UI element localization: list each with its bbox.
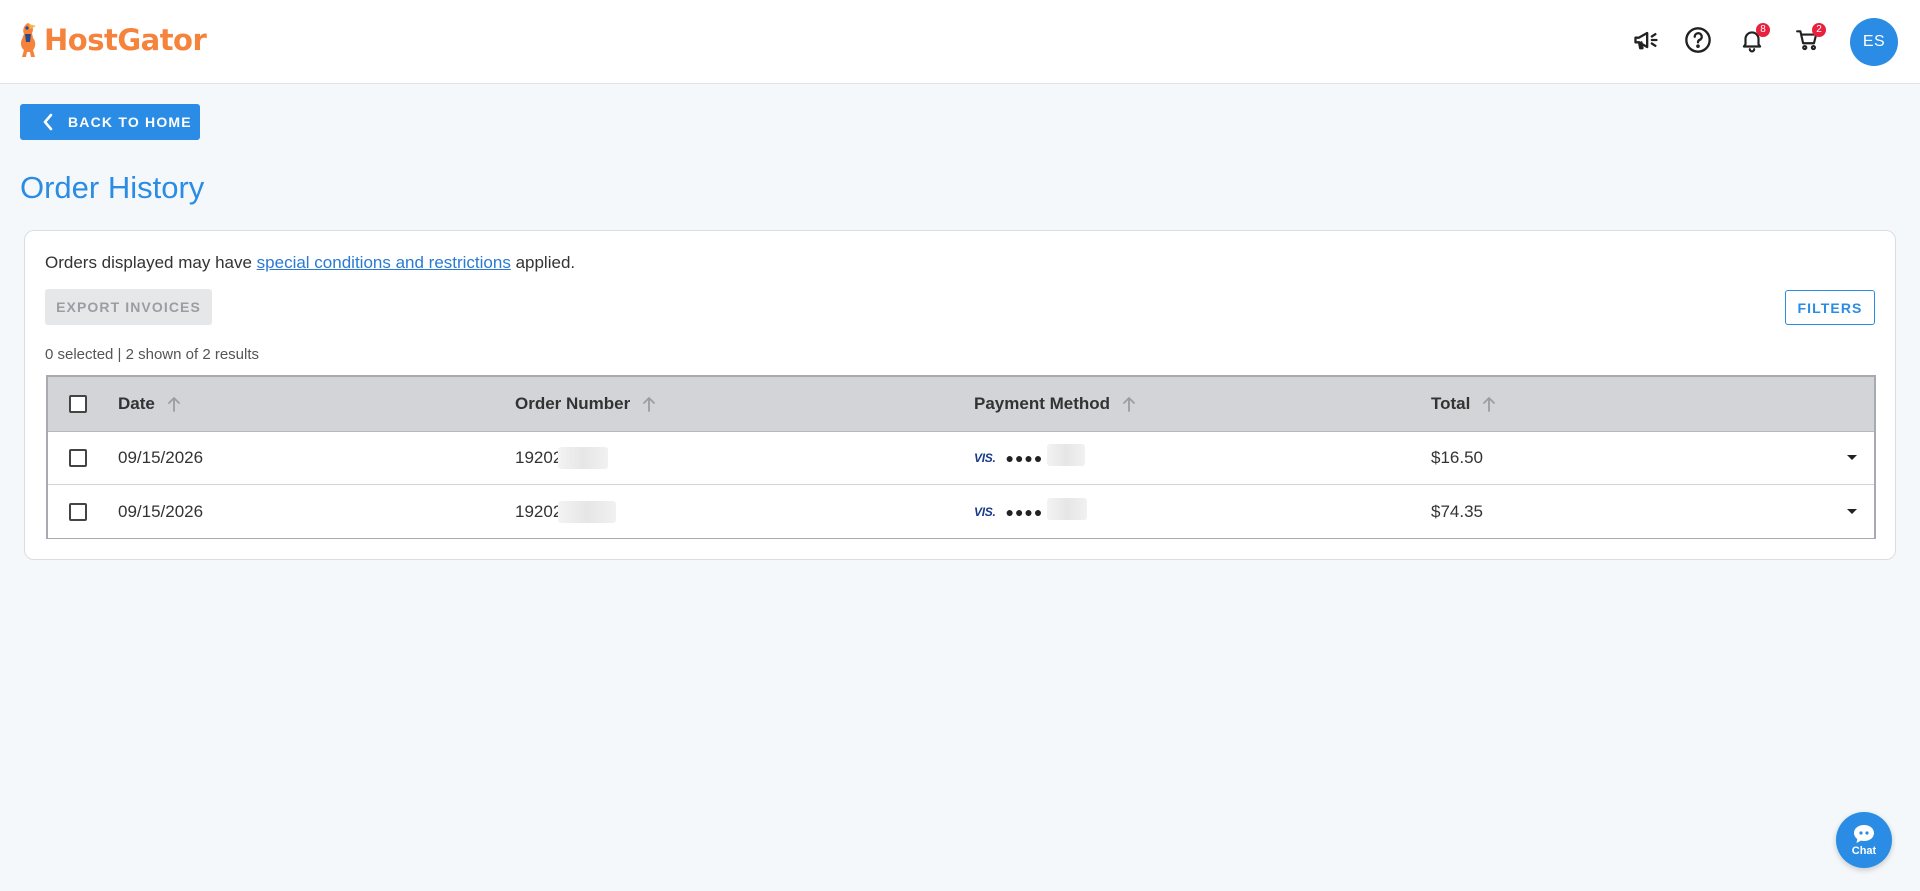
table-header-row: Date Order Number Payment Method Total <box>48 377 1874 432</box>
payment-method-cell: VIS. ●●●● <box>974 432 1086 484</box>
order-number-cell: 19202 <box>515 432 609 484</box>
redacted-order-digits <box>558 500 617 523</box>
notice-prefix: Orders displayed may have <box>45 253 257 272</box>
select-all-checkbox[interactable] <box>69 395 87 413</box>
caret-down-icon[interactable] <box>1846 454 1858 462</box>
gator-mascot-icon <box>20 23 36 57</box>
row-select-cell <box>69 432 87 484</box>
date-header-label: Date <box>118 394 155 413</box>
visa-card-icon: VIS. <box>974 504 996 519</box>
row-select-cell <box>69 485 87 538</box>
order-number: 19202 <box>515 448 563 467</box>
select-all-cell <box>69 377 87 431</box>
order-number-cell: 19202 <box>515 485 617 538</box>
chat-label: Chat <box>1851 844 1877 857</box>
sort-arrow-up-icon[interactable] <box>167 396 181 412</box>
row-checkbox[interactable] <box>69 502 87 521</box>
row-expand-cell <box>1846 432 1858 484</box>
card-mask: ●●●● <box>1005 503 1044 520</box>
column-header-order-number[interactable]: Order Number <box>515 377 656 431</box>
redacted-card-digits <box>1047 497 1088 520</box>
orders-card: Orders displayed may have special condit… <box>24 230 1896 560</box>
user-avatar[interactable]: ES <box>1850 18 1898 66</box>
sort-arrow-up-icon[interactable] <box>642 396 656 412</box>
sort-arrow-up-icon[interactable] <box>1482 396 1496 412</box>
orders-table: Date Order Number Payment Method Total 0… <box>46 375 1876 539</box>
order-total: $74.35 <box>1431 501 1483 521</box>
total-header-label: Total <box>1431 394 1471 413</box>
announcements-icon[interactable] <box>1630 24 1662 56</box>
filters-button[interactable]: FILTERS <box>1785 290 1875 325</box>
cart-badge: 2 <box>1812 23 1826 37</box>
special-conditions-link[interactable]: special conditions and restrictions <box>257 253 511 272</box>
table-row: 09/15/2026 19202 VIS. ●●●● $74.35 <box>48 485 1874 538</box>
help-icon[interactable] <box>1682 24 1714 56</box>
back-to-home-button[interactable]: BACK TO HOME <box>20 104 200 140</box>
table-row: 09/15/2026 19202 VIS. ●●●● $16.50 <box>48 432 1874 485</box>
caret-down-icon[interactable] <box>1846 508 1858 516</box>
column-header-date[interactable]: Date <box>118 377 181 431</box>
card-mask: ●●●● <box>1005 450 1044 466</box>
payment-method-cell: VIS. ●●●● <box>974 485 1088 538</box>
top-header: HostGator 8 2 ES <box>0 0 1920 84</box>
orders-notice: Orders displayed may have special condit… <box>45 253 575 273</box>
row-checkbox[interactable] <box>69 449 87 467</box>
sort-arrow-up-icon[interactable] <box>1122 396 1136 412</box>
column-header-payment-method[interactable]: Payment Method <box>974 377 1136 431</box>
order-total: $16.50 <box>1431 448 1483 467</box>
chevron-left-icon <box>42 113 54 131</box>
back-to-home-label: BACK TO HOME <box>68 114 192 130</box>
page-title: Order History <box>20 170 205 205</box>
logo-text: HostGator <box>44 23 207 57</box>
selection-info: 0 selected | 2 shown of 2 results <box>45 346 260 363</box>
notifications-badge: 8 <box>1756 23 1770 37</box>
order-date: 09/15/2026 <box>118 448 204 467</box>
notice-suffix: applied. <box>510 253 576 272</box>
visa-card-icon: VIS. <box>974 451 996 465</box>
cart-icon[interactable]: 2 <box>1792 23 1826 56</box>
redacted-card-digits <box>1047 444 1086 466</box>
payment-method-header-label: Payment Method <box>974 394 1111 413</box>
chat-bubble-icon <box>1854 824 1874 843</box>
column-header-total[interactable]: Total <box>1431 377 1496 431</box>
chat-button[interactable]: Chat <box>1836 812 1892 868</box>
notifications-icon[interactable]: 8 <box>1736 23 1770 56</box>
order-number: 19202 <box>515 501 563 521</box>
row-expand-cell <box>1846 485 1858 538</box>
order-number-header-label: Order Number <box>515 394 631 413</box>
redacted-order-digits <box>558 447 609 469</box>
export-invoices-button[interactable]: EXPORT INVOICES <box>45 289 212 325</box>
hostgator-logo[interactable]: HostGator <box>14 20 207 60</box>
order-date: 09/15/2026 <box>118 501 204 521</box>
